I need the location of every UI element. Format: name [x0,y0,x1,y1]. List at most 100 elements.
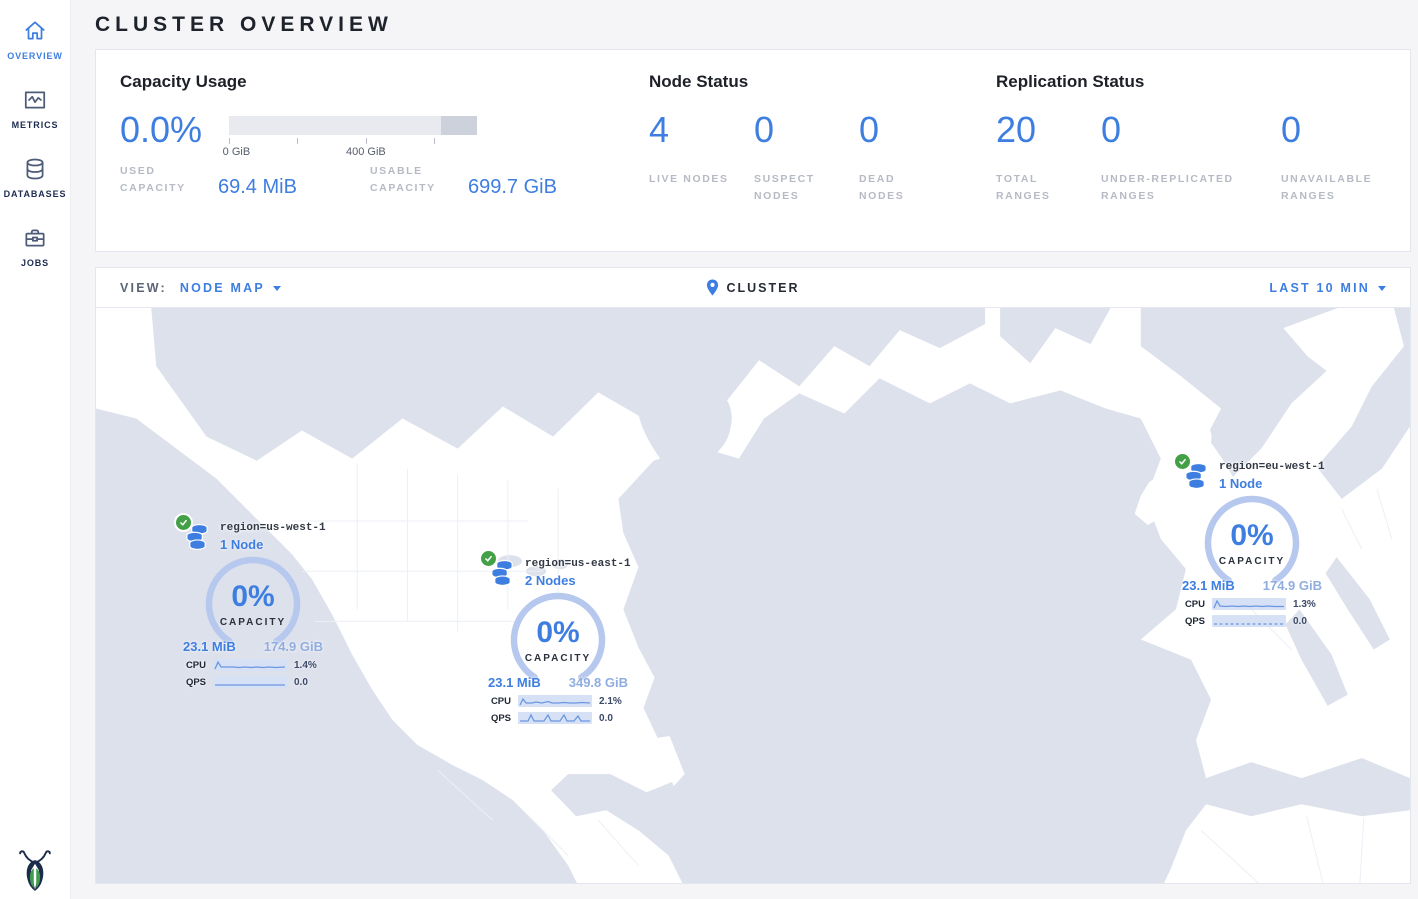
cpu-sparkline [1212,598,1286,610]
usable-capacity-label: USABLE CAPACITY [370,163,454,197]
qps-value: 0.0 [599,713,613,724]
sidebar-item-metrics[interactable]: METRICS [0,69,70,138]
capacity-label: CAPACITY [508,653,608,664]
usable-capacity-value: 699.7 GiB [468,176,557,199]
healthy-check-icon [1175,454,1190,469]
dead-nodes-value: 0 [859,112,964,148]
locality-region: region=us-east-1 [525,558,631,570]
cpu-sparkline [213,659,287,671]
chevron-down-icon [273,286,281,291]
axis-tick [366,138,367,144]
sidebar-item-label: METRICS [12,120,59,130]
unavailable-ranges-value: 0 [1281,112,1386,148]
axis-tick-label: 400 GiB [346,146,386,158]
capacity-label: CAPACITY [1202,556,1302,567]
map-toolbar: VIEW: NODE MAP CLUSTER LAST 10 MIN [96,268,1410,308]
capacity-bar-axis: 0 GiB 400 GiB [229,135,477,159]
qps-value: 0.0 [1293,616,1307,627]
capacity-usage-section: Capacity Usage 0.0% 0 GiB 400 GiB [120,72,649,229]
total-ranges-label: TOTAL RANGES [996,171,1080,205]
live-nodes-stat: 4 LIVE NODES [649,112,754,205]
qps-sparkline [1212,615,1286,627]
sidebar-item-overview[interactable]: OVERVIEW [0,0,70,69]
node-map: region=us-west-1 1 Node 0% CAPACITY 23.1… [96,308,1410,883]
capacity-bar-track [229,116,477,135]
cpu-sparkline [518,695,592,707]
sidebar-item-label: OVERVIEW [7,51,63,61]
dead-nodes-label: DEAD NODES [859,171,943,205]
locality-card-us-east-1[interactable]: region=us-east-1 2 Nodes 0% CAPACITY 23.… [483,558,633,724]
cockroach-icon [17,847,53,893]
database-icon [22,156,48,182]
breadcrumb: CLUSTER [96,279,1410,296]
cpu-value: 2.1% [599,696,622,707]
locality-node-count: 1 Node [1219,476,1325,491]
view-selector[interactable]: NODE MAP [180,281,281,295]
sidebar-item-label: DATABASES [4,189,67,199]
used-value: 23.1 MiB [183,639,236,654]
capacity-bar: 0 GiB 400 GiB [229,112,477,159]
under-replicated-value: 0 [1101,112,1281,148]
capacity-label: CAPACITY [203,617,303,628]
locality-region: region=us-west-1 [220,522,326,534]
cpu-label: CPU [1179,599,1205,610]
sidebar-item-label: JOBS [21,258,49,268]
cpu-value: 1.4% [294,660,317,671]
breadcrumb-cluster: CLUSTER [726,281,799,295]
node-status-section: Node Status 4 LIVE NODES 0 SUSPECT NODES… [649,72,996,229]
used-capacity-value: 69.4 MiB [218,176,297,199]
used-value: 23.1 MiB [488,675,541,690]
used-value: 23.1 MiB [1182,578,1235,593]
cpu-label: CPU [180,660,206,671]
locality-node-count: 2 Nodes [525,573,631,588]
qps-sparkline [213,676,287,688]
location-pin-icon [706,279,719,296]
under-replicated-label: UNDER-REPLICATED RANGES [1101,171,1251,205]
live-nodes-label: LIVE NODES [649,171,733,188]
capacity-usage-title: Capacity Usage [120,72,649,92]
capacity-percent: 0% [508,616,608,650]
total-ranges-stat: 20 TOTAL RANGES [996,112,1101,205]
locality-card-us-west-1[interactable]: region=us-west-1 1 Node 0% CAPACITY 23.1… [178,522,328,688]
suspect-nodes-label: SUSPECT NODES [754,171,838,205]
suspect-nodes-stat: 0 SUSPECT NODES [754,112,859,205]
node-status-title: Node Status [649,72,996,92]
capacity-percent: 0% [203,580,303,614]
axis-tick-label: 0 GiB [223,146,251,158]
sidebar-item-jobs[interactable]: JOBS [0,207,70,276]
locality-card-eu-west-1[interactable]: region=eu-west-1 1 Node 0% CAPACITY 23.1… [1177,461,1327,627]
total-ranges-value: 20 [996,112,1101,148]
qps-value: 0.0 [294,677,308,688]
time-range-value: LAST 10 MIN [1269,281,1370,295]
capacity-bar-reserved [441,116,477,135]
cpu-value: 1.3% [1293,599,1316,610]
page-title: CLUSTER OVERVIEW [95,13,1411,37]
chevron-down-icon [1378,286,1386,291]
total-value: 349.8 GiB [569,675,628,690]
qps-label: QPS [180,677,206,688]
total-value: 174.9 GiB [1263,578,1322,593]
cockroachdb-logo [0,847,70,893]
locality-region: region=eu-west-1 [1219,461,1325,473]
qps-label: QPS [1179,616,1205,627]
main-content: CLUSTER OVERVIEW Capacity Usage 0.0% 0 G… [71,0,1418,899]
time-range-selector[interactable]: LAST 10 MIN [1269,281,1386,295]
axis-tick [229,138,230,144]
unavailable-ranges-stat: 0 UNAVAILABLE RANGES [1281,112,1386,205]
locality-node-count: 1 Node [220,537,326,552]
used-capacity-label: USED CAPACITY [120,163,204,197]
metrics-icon [22,87,48,113]
qps-label: QPS [485,713,511,724]
cluster-stats-panel: Capacity Usage 0.0% 0 GiB 400 GiB [95,49,1411,252]
healthy-check-icon [481,551,496,566]
live-nodes-value: 4 [649,112,754,148]
qps-sparkline [518,712,592,724]
capacity-percent: 0% [1202,519,1302,553]
under-replicated-stat: 0 UNDER-REPLICATED RANGES [1101,112,1281,205]
node-map-panel: VIEW: NODE MAP CLUSTER LAST 10 MIN [95,267,1411,884]
axis-tick [434,138,435,144]
healthy-check-icon [176,515,191,530]
unavailable-ranges-label: UNAVAILABLE RANGES [1281,171,1365,205]
sidebar-item-databases[interactable]: DATABASES [0,138,70,207]
view-selector-value: NODE MAP [180,281,265,295]
